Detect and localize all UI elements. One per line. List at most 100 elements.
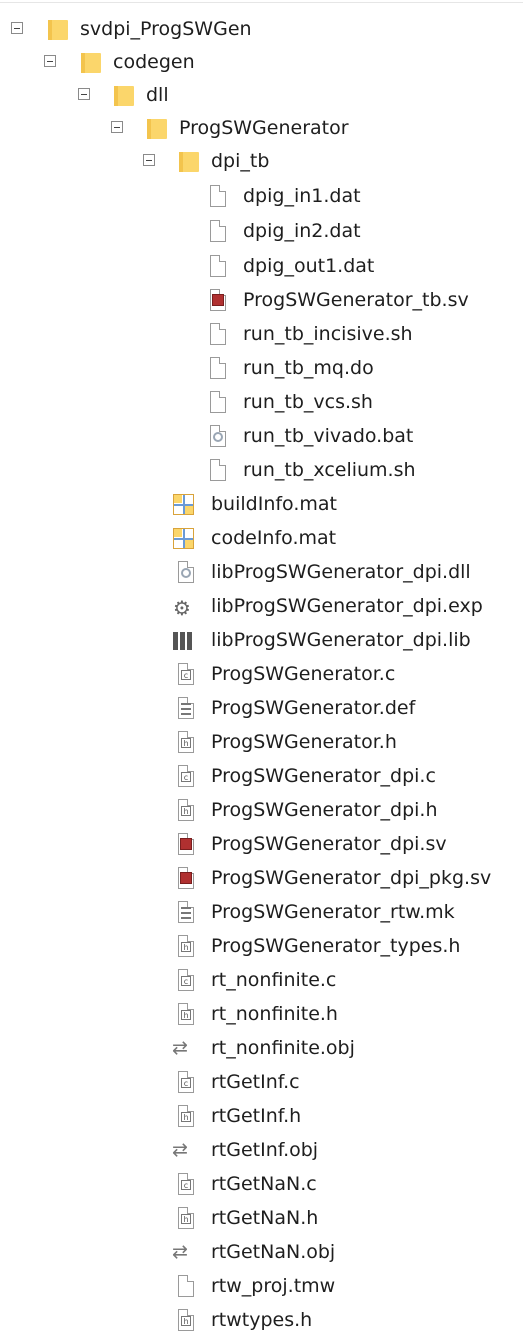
tree-item-file[interactable]: rtw_proj.tmw [0,1271,523,1301]
tree-item-label: libProgSWGenerator_dpi.dll [211,561,471,583]
tree-item-file[interactable]: h rt_nonfinite.h [0,999,523,1029]
file-icon [204,355,230,381]
tree-item-file[interactable]: run_tb_incisive.sh [0,319,523,349]
tree-item-label: rtGetNaN.obj [211,1241,336,1263]
tree-item-file[interactable]: ⇄ rtGetNaN.obj [0,1237,523,1267]
c-file-icon: c [172,763,198,789]
tree-item-dpi-tb[interactable]: dpi_tb [0,146,523,176]
tree-item-label: rtw_proj.tmw [211,1275,336,1297]
tree-item-file[interactable]: dpig_in2.dat [0,216,523,246]
file-tree: svdpi_ProgSWGen codegen dll ProgSWGenera… [0,0,523,1336]
tree-item-file[interactable]: ProgSWGenerator_tb.sv [0,285,523,315]
tree-item-file[interactable]: h ProgSWGenerator_dpi.h [0,795,523,825]
tree-item-file[interactable]: h rtGetNaN.h [0,1203,523,1233]
tree-item-label: rt_nonfinite.obj [211,1037,355,1059]
tree-item-file[interactable]: ⇄ rt_nonfinite.obj [0,1033,523,1063]
tree-item-label: rt_nonfinite.h [211,1003,338,1025]
tree-item-codegen[interactable]: codegen [0,47,523,77]
collapse-toggle-icon[interactable] [11,22,23,34]
h-file-icon: h [172,729,198,755]
tree-item-file[interactable]: c rtGetInf.c [0,1067,523,1097]
tree-item-file[interactable]: c rtGetNaN.c [0,1169,523,1199]
c-file-icon: c [172,1171,198,1197]
tree-item-label: dpi_tb [211,150,270,172]
h-file-icon: h [172,1103,198,1129]
tree-item-label: dll [146,84,169,106]
tree-item-label: ProgSWGenerator_dpi.c [211,765,436,787]
tree-item-file[interactable]: run_tb_vcs.sh [0,387,523,417]
tree-item-file[interactable]: buildInfo.mat [0,489,523,519]
bat-file-icon [204,423,230,449]
tree-item-label: run_tb_incisive.sh [243,323,413,345]
tree-item-label: ProgSWGenerator_dpi.h [211,799,438,821]
collapse-toggle-icon[interactable] [78,88,90,100]
file-icon [172,1273,198,1299]
mat-file-icon [170,525,196,551]
tree-item-label: ProgSWGenerator.def [211,697,416,719]
tree-item-file[interactable]: libProgSWGenerator_dpi.lib [0,625,523,655]
c-file-icon: c [172,967,198,993]
collapse-toggle-icon[interactable] [111,121,123,133]
tree-item-file[interactable]: c ProgSWGenerator.c [0,659,523,689]
h-file-icon: h [172,1205,198,1231]
obj-file-icon: ⇄ [172,1037,188,1059]
folder-icon [77,49,103,75]
tree-item-label: codeInfo.mat [211,527,337,549]
tree-item-label: run_tb_xcelium.sh [243,459,416,481]
tree-item-label: ProgSWGenerator.c [211,663,396,685]
tree-item-file[interactable]: ProgSWGenerator_rtw.mk [0,897,523,927]
tree-item-label: run_tb_vcs.sh [243,391,373,413]
tree-item-label: buildInfo.mat [211,493,337,515]
tree-item-dll[interactable]: dll [0,80,523,110]
tree-item-file[interactable]: dpig_in1.dat [0,181,523,211]
tree-item-label: codegen [113,51,195,73]
tree-item-label: rtGetInf.c [211,1071,300,1093]
tree-item-file[interactable]: ProgSWGenerator_dpi_pkg.sv [0,863,523,893]
collapse-toggle-icon[interactable] [44,55,56,67]
tree-item-label: dpig_in2.dat [243,220,361,242]
folder-icon [143,115,169,141]
tree-item-file[interactable]: c rt_nonfinite.c [0,965,523,995]
obj-file-icon: ⇄ [172,1241,188,1263]
exp-file-icon: ⚙ [173,596,191,620]
tree-item-file[interactable]: h ProgSWGenerator_types.h [0,931,523,961]
tree-item-label: rtwtypes.h [211,1309,313,1331]
sv-file-icon [204,287,230,313]
tree-item-progswgenerator[interactable]: ProgSWGenerator [0,113,523,143]
mat-file-icon [170,491,196,517]
tree-item-file[interactable]: run_tb_xcelium.sh [0,455,523,485]
tree-item-label: ProgSWGenerator_dpi.sv [211,833,447,855]
tree-item-file[interactable]: ⇄ rtGetInf.obj [0,1135,523,1165]
tree-item-file[interactable]: run_tb_mq.do [0,353,523,383]
file-icon [204,321,230,347]
tree-item-svdpi-progswgen[interactable]: svdpi_ProgSWGen [0,14,523,44]
tree-item-file[interactable]: dpig_out1.dat [0,251,523,281]
tree-item-file[interactable]: ⚙ libProgSWGenerator_dpi.exp [0,591,523,621]
tree-item-file[interactable]: h ProgSWGenerator.h [0,727,523,757]
file-icon [204,218,230,244]
tree-item-file[interactable]: run_tb_vivado.bat [0,421,523,451]
tree-item-label: dpig_out1.dat [243,255,375,277]
tree-item-label: ProgSWGenerator_dpi_pkg.sv [211,867,492,889]
tree-item-file[interactable]: codeInfo.mat [0,523,523,553]
tree-item-label: run_tb_mq.do [243,357,374,379]
tree-item-file[interactable]: libProgSWGenerator_dpi.dll [0,557,523,587]
tree-item-file[interactable]: h rtGetInf.h [0,1101,523,1131]
tree-item-label: rtGetNaN.c [211,1173,317,1195]
collapse-toggle-icon[interactable] [143,154,155,166]
folder-icon [175,148,201,174]
tree-item-label: ProgSWGenerator [179,117,349,139]
tree-item-file[interactable]: ProgSWGenerator.def [0,693,523,723]
file-icon [204,457,230,483]
sv-file-icon [172,831,198,857]
tree-item-label: libProgSWGenerator_dpi.exp [211,595,483,617]
dll-file-icon [172,559,198,585]
tree-item-label: ProgSWGenerator.h [211,731,397,753]
tree-item-file[interactable]: h rtwtypes.h [0,1305,523,1335]
tree-item-file[interactable]: c ProgSWGenerator_dpi.c [0,761,523,791]
tree-item-label: run_tb_vivado.bat [243,425,414,447]
h-file-icon: h [172,1307,198,1333]
mk-file-icon [172,899,198,925]
tree-item-file[interactable]: ProgSWGenerator_dpi.sv [0,829,523,859]
tree-item-label: rt_nonfinite.c [211,969,337,991]
